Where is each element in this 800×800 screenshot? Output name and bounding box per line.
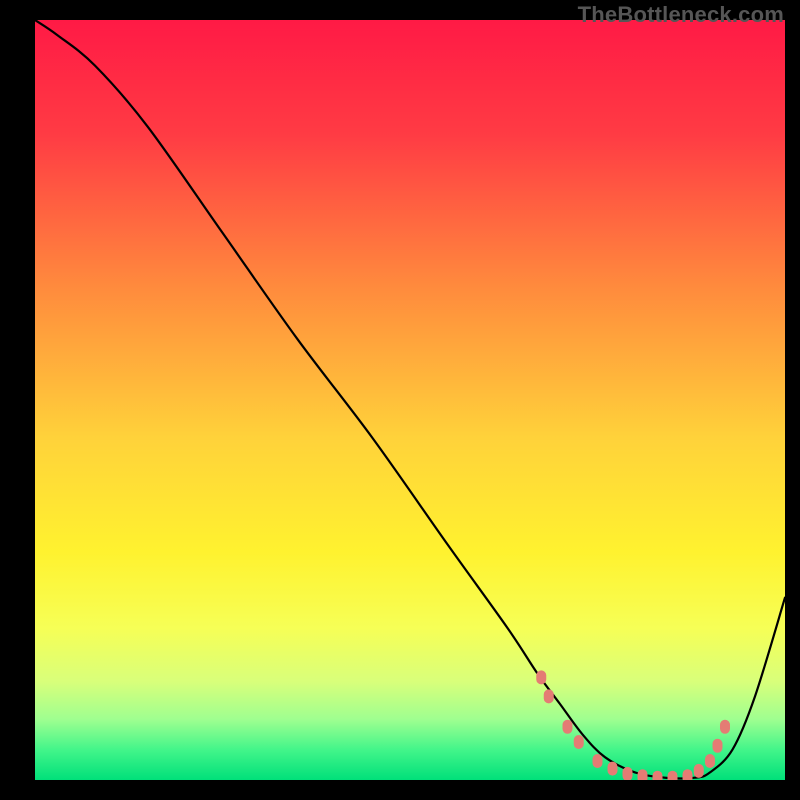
- chart-svg: [35, 20, 785, 780]
- highlight-dot: [593, 754, 603, 768]
- highlight-dot: [544, 689, 554, 703]
- highlight-dot: [536, 670, 546, 684]
- highlight-dot: [694, 764, 704, 778]
- plot-area: [35, 20, 785, 780]
- highlight-dot: [563, 720, 573, 734]
- gradient-background: [35, 20, 785, 780]
- highlight-dot: [683, 769, 693, 780]
- highlight-dot: [574, 735, 584, 749]
- highlight-dot: [638, 769, 648, 780]
- highlight-dot: [720, 720, 730, 734]
- watermark-text: TheBottleneck.com: [578, 2, 784, 28]
- highlight-dot: [713, 739, 723, 753]
- highlight-dot: [608, 762, 618, 776]
- chart-frame: TheBottleneck.com: [0, 0, 800, 800]
- highlight-dot: [623, 767, 633, 780]
- highlight-dot: [705, 754, 715, 768]
